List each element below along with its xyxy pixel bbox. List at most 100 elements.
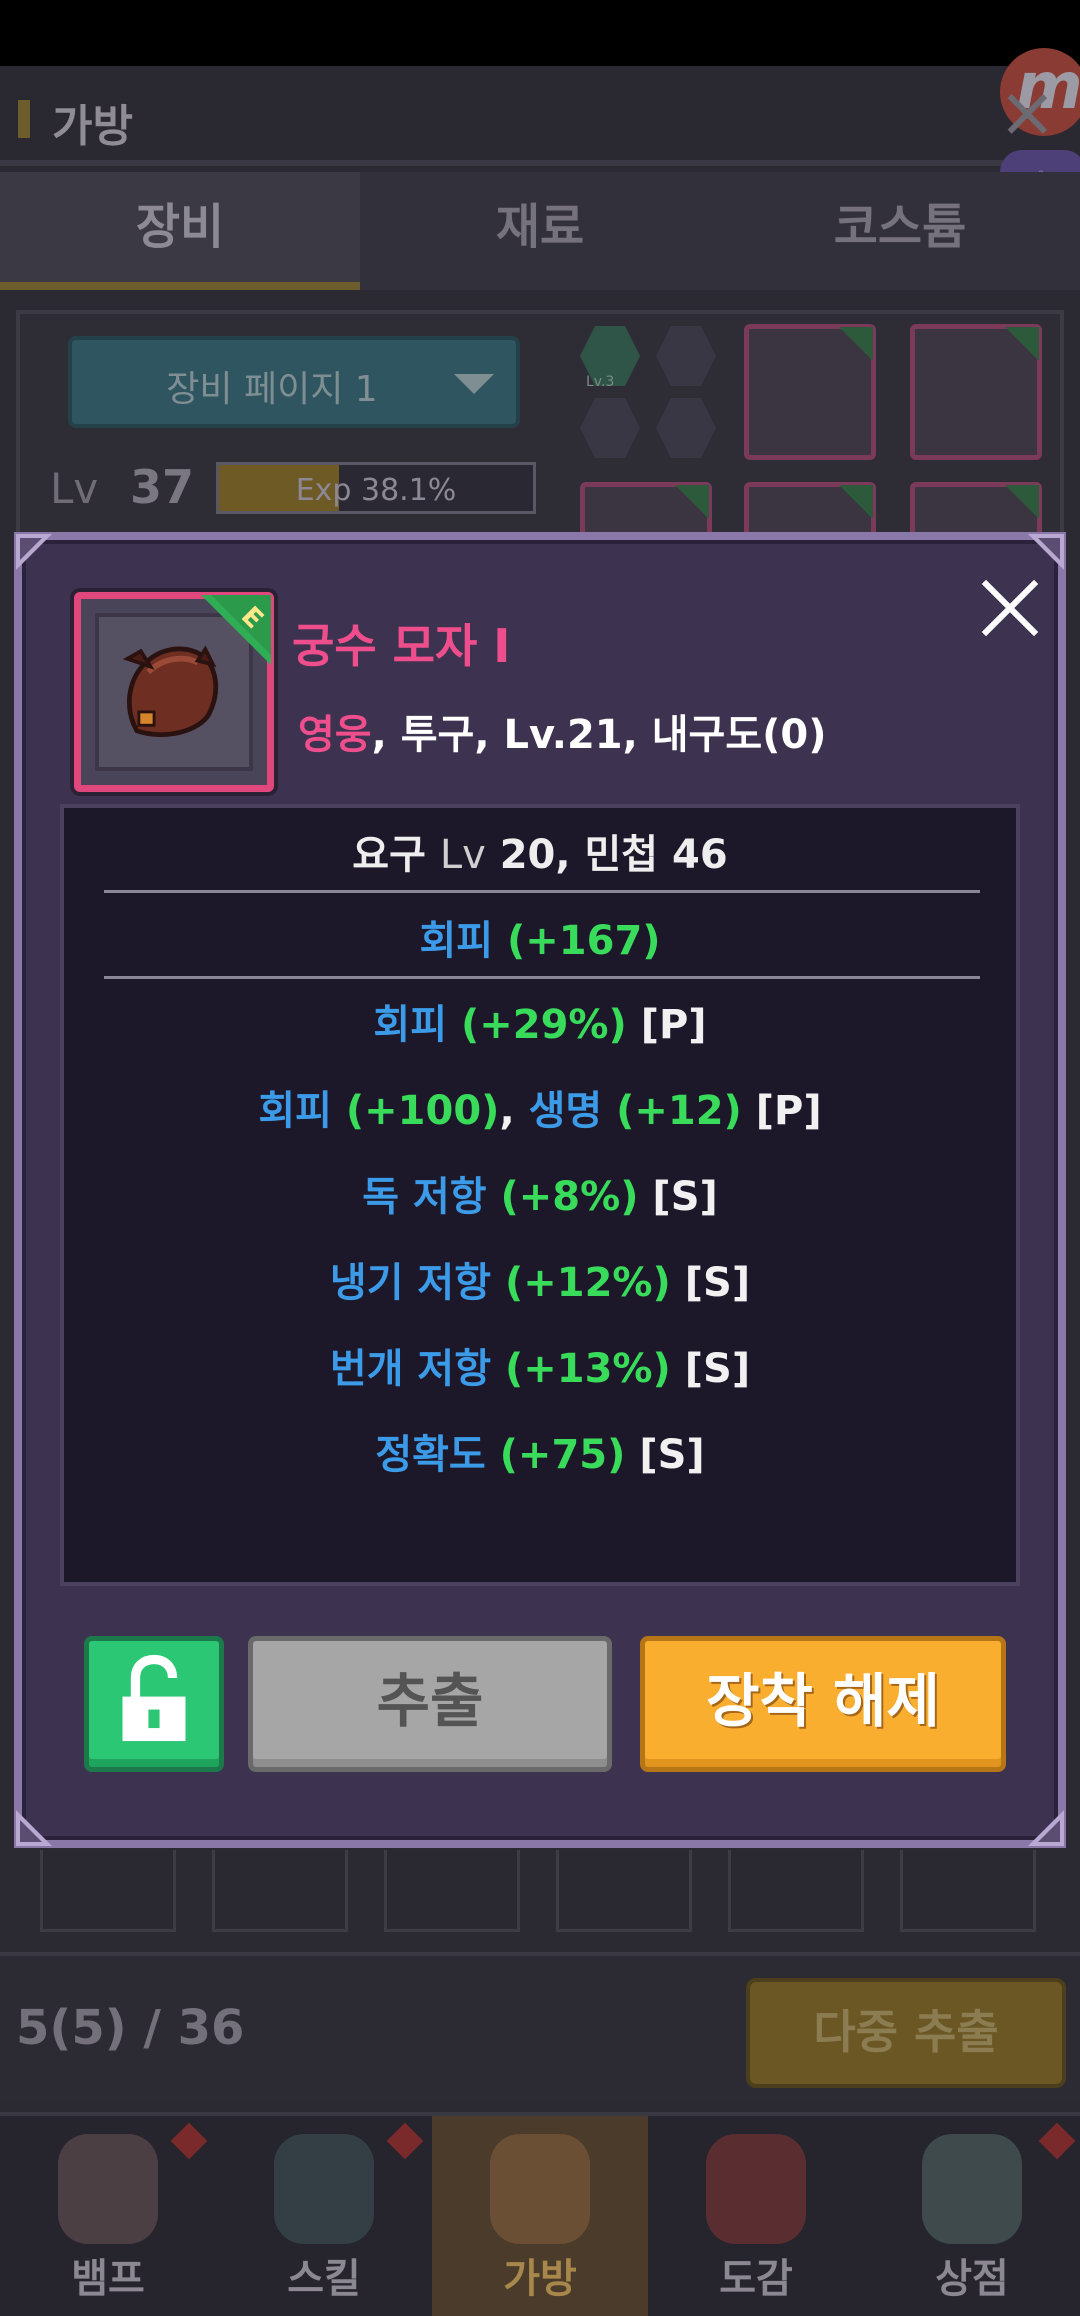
stat-part: 번개 저항 bbox=[329, 1346, 505, 1392]
grade-tag bbox=[675, 485, 709, 519]
backpack-icon bbox=[490, 2134, 590, 2244]
inventory-slot[interactable] bbox=[212, 1850, 348, 1932]
equipment-panel: 장비 페이지 1 Lv 37 Exp 38.1% Lv.3 bbox=[16, 310, 1064, 618]
nav-label: 뱀프 bbox=[71, 2256, 145, 2302]
notification-dot bbox=[386, 2122, 424, 2160]
dropdown-label: 장비 페이지 1 bbox=[166, 369, 378, 410]
nav-item-shop[interactable]: 상점 bbox=[864, 2116, 1080, 2316]
stat-part: [S] bbox=[625, 1432, 705, 1478]
stat-part: (+8%) bbox=[500, 1174, 639, 1220]
option-stat-line: 독 저항 (+8%) [S] bbox=[64, 1164, 1016, 1222]
title-bar: 가방 bbox=[0, 66, 1080, 166]
unequip-button[interactable]: 장착 해제 bbox=[640, 1636, 1006, 1772]
equipped-slot-amulet[interactable] bbox=[910, 324, 1042, 460]
nav-label: 상점 bbox=[935, 2256, 1009, 2302]
close-icon bbox=[981, 579, 1039, 637]
nav-item-codex[interactable]: 도감 bbox=[648, 2116, 864, 2316]
notification-dot bbox=[170, 2122, 208, 2160]
inventory-slot[interactable] bbox=[384, 1850, 520, 1932]
skill-slot-hex[interactable] bbox=[580, 398, 640, 458]
stat-part: [P] bbox=[741, 1088, 822, 1134]
stat-part: , bbox=[499, 1088, 529, 1134]
stat-part: (+12%) bbox=[504, 1260, 671, 1306]
tab-costume[interactable]: 코스튬 bbox=[720, 172, 1080, 290]
notification-dot bbox=[1038, 2122, 1076, 2160]
stat-part: 정확도 bbox=[375, 1432, 500, 1478]
stat-part: 독 저항 bbox=[362, 1174, 501, 1220]
level-value: 37 bbox=[130, 460, 195, 514]
bottom-nav: 뱀프 스킬 가방 도감 상점 bbox=[0, 2112, 1080, 2316]
inventory-footer: 5(5) / 36 다중 추출 bbox=[0, 1952, 1080, 2102]
option-stat-line: 정확도 (+75) [S] bbox=[64, 1422, 1016, 1480]
dismiss-overlay-icon[interactable]: × bbox=[998, 77, 1057, 147]
nav-item-skill[interactable]: 스킬 bbox=[216, 2116, 432, 2316]
stat-part: (+100) bbox=[345, 1088, 500, 1134]
corner-ornament bbox=[16, 534, 52, 570]
req-values: 20, 민첩 46 bbox=[485, 832, 728, 878]
chevron-down-icon bbox=[454, 374, 494, 394]
nav-item-vamp[interactable]: 뱀프 bbox=[0, 2116, 216, 2316]
skill-slot-hex[interactable] bbox=[656, 326, 716, 386]
stat-part: (+12) bbox=[616, 1088, 742, 1134]
lock-toggle-button[interactable] bbox=[84, 1636, 224, 1772]
item-icon-frame: E bbox=[74, 592, 274, 792]
exp-bar: Exp 38.1% bbox=[216, 462, 536, 514]
tab-equipment[interactable]: 장비 bbox=[0, 172, 360, 290]
corner-ornament bbox=[16, 1810, 52, 1846]
base-stat-value: (+167) bbox=[506, 918, 661, 964]
stat-part: 생명 bbox=[528, 1088, 617, 1134]
nav-label: 도감 bbox=[719, 2256, 793, 2302]
inventory-tabs: 장비 재료 코스튬 bbox=[0, 172, 1080, 290]
stat-part: (+29%) bbox=[460, 1002, 627, 1048]
stat-part: [S] bbox=[670, 1346, 751, 1392]
page-title: 가방 bbox=[52, 101, 133, 152]
inventory-count: 5(5) / 36 bbox=[16, 2000, 245, 2056]
inventory-slot[interactable] bbox=[40, 1850, 176, 1932]
title-accent bbox=[18, 100, 30, 138]
divider bbox=[104, 976, 980, 979]
req-lv-label: Lv bbox=[439, 832, 486, 878]
equipment-page-dropdown[interactable]: 장비 페이지 1 bbox=[68, 336, 520, 428]
status-bar bbox=[0, 0, 1080, 66]
skill-orbs-icon bbox=[274, 2134, 374, 2244]
tab-materials[interactable]: 재료 bbox=[360, 172, 720, 290]
stat-part: (+75) bbox=[499, 1432, 626, 1478]
req-prefix: 요구 bbox=[352, 832, 440, 878]
extract-button[interactable]: 추출 bbox=[248, 1636, 612, 1772]
base-stat-name: 회피 bbox=[419, 918, 494, 964]
exp-text: Exp 38.1% bbox=[295, 473, 457, 508]
skill-slot-hex[interactable] bbox=[656, 398, 716, 458]
option-stat-line: 냉기 저항 (+12%) [S] bbox=[64, 1250, 1016, 1308]
stat-part: (+13%) bbox=[504, 1346, 671, 1392]
item-rarity: 영웅 bbox=[298, 712, 372, 758]
stat-part: 회피 bbox=[373, 1002, 461, 1048]
item-detail-dialog: E 궁수 모자 Ⅰ 영웅, 투구, Lv.21, 내구도(0) 요구 Lv 20… bbox=[14, 532, 1066, 1848]
inventory-grid bbox=[40, 1850, 1040, 1932]
stat-part: [S] bbox=[670, 1260, 751, 1306]
level-label: Lv bbox=[50, 464, 99, 513]
item-name: 궁수 모자 Ⅰ bbox=[292, 619, 511, 673]
item-meta-rest: , 투구, Lv.21, 내구도(0) bbox=[371, 712, 827, 758]
unlock-icon bbox=[122, 1654, 186, 1742]
inventory-slot[interactable] bbox=[556, 1850, 692, 1932]
nav-label: 가방 bbox=[503, 2256, 577, 2302]
divider bbox=[104, 890, 980, 893]
grade-tag bbox=[839, 485, 873, 519]
inventory-slot[interactable] bbox=[728, 1850, 864, 1932]
stat-part: 회피 bbox=[258, 1088, 346, 1134]
corner-ornament bbox=[1028, 534, 1064, 570]
nav-label: 스킬 bbox=[287, 2256, 361, 2302]
multi-extract-button[interactable]: 다중 추출 bbox=[746, 1978, 1066, 2088]
stat-part: [P] bbox=[626, 1002, 707, 1048]
item-stats-box: 요구 Lv 20, 민첩 46 회피 (+167) 회피 (+29%) [P] 회… bbox=[60, 804, 1020, 1586]
requirement-line: 요구 Lv 20, 민첩 46 bbox=[64, 822, 1016, 880]
nav-item-bag[interactable]: 가방 bbox=[432, 2116, 648, 2316]
grade-tag bbox=[1005, 485, 1039, 519]
equipped-slot-helmet[interactable] bbox=[744, 324, 876, 460]
slot-level-label: Lv.3 bbox=[586, 374, 615, 390]
stat-part: [S] bbox=[638, 1174, 718, 1220]
inventory-slot[interactable] bbox=[900, 1850, 1036, 1932]
base-stat-line: 회피 (+167) bbox=[64, 908, 1016, 966]
close-button[interactable] bbox=[974, 572, 1046, 644]
grade-tag bbox=[839, 327, 873, 361]
